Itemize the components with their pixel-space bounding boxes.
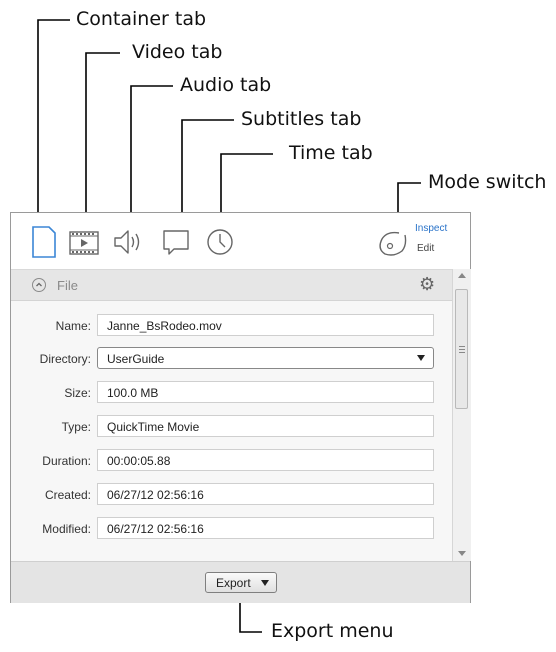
scrollbar-thumb[interactable] [455,289,468,409]
clock-icon [207,229,233,255]
file-section: File ⚙ Name: Janne_BsRodeo.mov Directory… [11,269,452,562]
disc-icon [379,231,407,256]
callout-time-tab: Time tab [289,142,373,164]
chevron-down-icon [261,580,269,586]
type-field[interactable]: QuickTime Movie [97,415,434,437]
field-label: Size: [64,386,91,400]
gear-icon[interactable]: ⚙ [419,275,435,293]
field-label: Name: [55,319,91,333]
duration-field[interactable]: 00:00:05.88 [97,449,434,471]
tab-container[interactable] [27,225,61,259]
footer-bar: Export [11,561,470,603]
callout-export-menu: Export menu [271,620,394,642]
speaker-icon [114,230,140,254]
section-title: File [57,278,78,293]
inspector-panel: Inspect Edit File ⚙ Name: Janne_BsRodeo.… [10,212,471,603]
field-label: Duration: [42,454,91,468]
mode-edit-option[interactable]: Edit [417,243,434,254]
created-field[interactable]: 06/27/12 02:56:16 [97,483,434,505]
document-icon [32,226,56,258]
field-label: Type: [61,420,91,434]
field-label: Directory: [39,352,91,366]
export-menu-button[interactable]: Export [205,572,277,593]
tab-audio[interactable] [112,225,146,259]
tab-toolbar: Inspect Edit [11,213,470,269]
export-label: Export [216,576,251,590]
mode-inspect-option[interactable]: Inspect [415,223,447,234]
scroll-up-arrow-icon[interactable] [458,273,466,278]
modified-field[interactable]: 06/27/12 02:56:16 [97,517,434,539]
scroll-down-arrow-icon[interactable] [458,551,466,556]
chevron-down-icon [417,355,425,361]
field-label: Modified: [42,522,91,536]
callout-mode-switch: Mode switch [428,171,547,193]
film-icon [69,231,99,255]
vertical-scrollbar[interactable] [452,269,471,561]
callout-video-tab: Video tab [132,41,223,63]
size-field[interactable]: 100.0 MB [97,381,434,403]
chevron-up-icon[interactable] [32,278,46,292]
tab-time[interactable] [204,225,238,259]
directory-select-value: UserGuide [107,352,165,366]
callout-subtitles-tab: Subtitles tab [241,108,362,130]
field-label: Created: [44,488,91,502]
tab-video[interactable] [68,225,102,259]
section-header[interactable]: File ⚙ [11,270,452,301]
directory-select[interactable]: UserGuide [97,347,434,369]
speech-bubble-icon [163,230,189,255]
callout-audio-tab: Audio tab [180,74,272,96]
tab-subtitles[interactable] [161,225,195,259]
name-field[interactable]: Janne_BsRodeo.mov [97,314,434,336]
callout-container-tab: Container tab [76,8,207,30]
